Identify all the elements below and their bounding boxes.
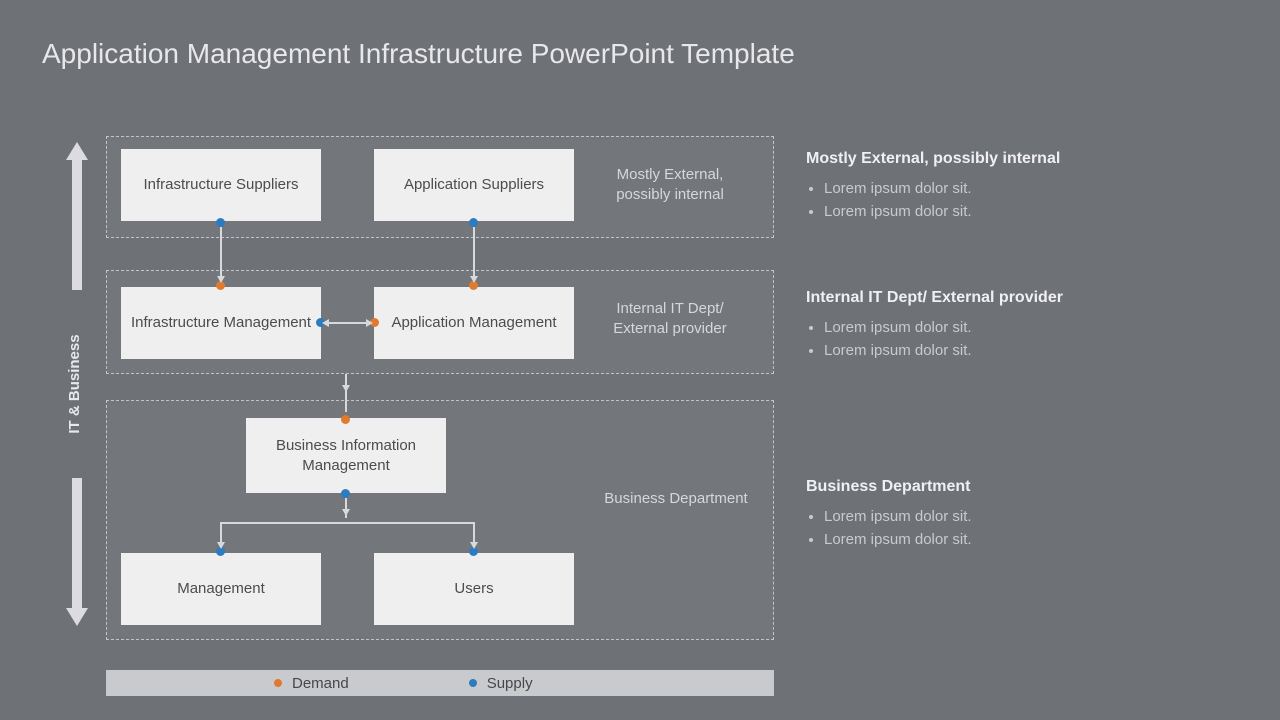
arrow-down-icon bbox=[342, 385, 350, 392]
supply-dot bbox=[216, 218, 225, 227]
box-infrastructure-suppliers: Infrastructure Suppliers bbox=[121, 149, 321, 221]
row-external-label: Mostly External, possibly internal bbox=[595, 165, 745, 204]
arrow-down-icon bbox=[470, 276, 478, 283]
arrow-left-icon bbox=[322, 319, 329, 327]
connector bbox=[220, 522, 474, 524]
arrow-right-icon bbox=[366, 319, 373, 327]
legend-demand-label: Demand bbox=[292, 675, 349, 692]
desc-bullet: Lorem ipsum dolor sit. bbox=[824, 178, 1226, 201]
legend-bar: Demand Supply bbox=[106, 670, 774, 696]
legend-demand-dot bbox=[274, 679, 282, 687]
row-business-label: Business Department bbox=[591, 489, 761, 509]
desc-bullet: Lorem ipsum dolor sit. bbox=[824, 506, 1226, 529]
arrow-down-icon bbox=[470, 542, 478, 549]
box-infrastructure-management: Infrastructure Management bbox=[121, 287, 321, 359]
arrow-down-icon bbox=[217, 542, 225, 549]
box-application-management: Application Management bbox=[374, 287, 574, 359]
axis-down-arrowhead bbox=[66, 608, 88, 626]
arrow-down-icon bbox=[217, 276, 225, 283]
box-application-suppliers: Application Suppliers bbox=[374, 149, 574, 221]
supply-dot bbox=[469, 218, 478, 227]
legend-supply-dot bbox=[469, 679, 477, 687]
axis-down-arrow bbox=[72, 478, 82, 610]
desc-bullet: Lorem ipsum dolor sit. bbox=[824, 201, 1226, 224]
connector bbox=[220, 522, 222, 544]
desc-bullet: Lorem ipsum dolor sit. bbox=[824, 529, 1226, 552]
demand-dot bbox=[341, 415, 350, 424]
legend-supply-label: Supply bbox=[487, 675, 533, 692]
connector bbox=[473, 227, 475, 278]
connector bbox=[345, 374, 347, 412]
supply-dot bbox=[341, 489, 350, 498]
box-users: Users bbox=[374, 553, 574, 625]
axis-label: IT & Business bbox=[66, 324, 83, 444]
arrow-down-icon bbox=[342, 509, 350, 516]
desc-heading: Internal IT Dept/ External provider bbox=[806, 289, 1226, 307]
desc-business: Business Department Lorem ipsum dolor si… bbox=[806, 478, 1226, 551]
row-it-provider-label: Internal IT Dept/ External provider bbox=[595, 299, 745, 338]
desc-external: Mostly External, possibly internal Lorem… bbox=[806, 150, 1226, 223]
desc-bullet: Lorem ipsum dolor sit. bbox=[824, 317, 1226, 340]
axis-up-arrowhead bbox=[66, 142, 88, 160]
desc-bullet: Lorem ipsum dolor sit. bbox=[824, 340, 1226, 363]
box-management: Management bbox=[121, 553, 321, 625]
connector bbox=[473, 522, 475, 544]
connector bbox=[328, 322, 368, 324]
box-business-information-management: Business Information Management bbox=[246, 418, 446, 493]
connector bbox=[220, 227, 222, 278]
desc-it-provider: Internal IT Dept/ External provider Lore… bbox=[806, 289, 1226, 362]
desc-heading: Business Department bbox=[806, 478, 1226, 496]
desc-heading: Mostly External, possibly internal bbox=[806, 150, 1226, 168]
page-title: Application Management Infrastructure Po… bbox=[42, 38, 795, 70]
axis-up-arrow bbox=[72, 158, 82, 290]
